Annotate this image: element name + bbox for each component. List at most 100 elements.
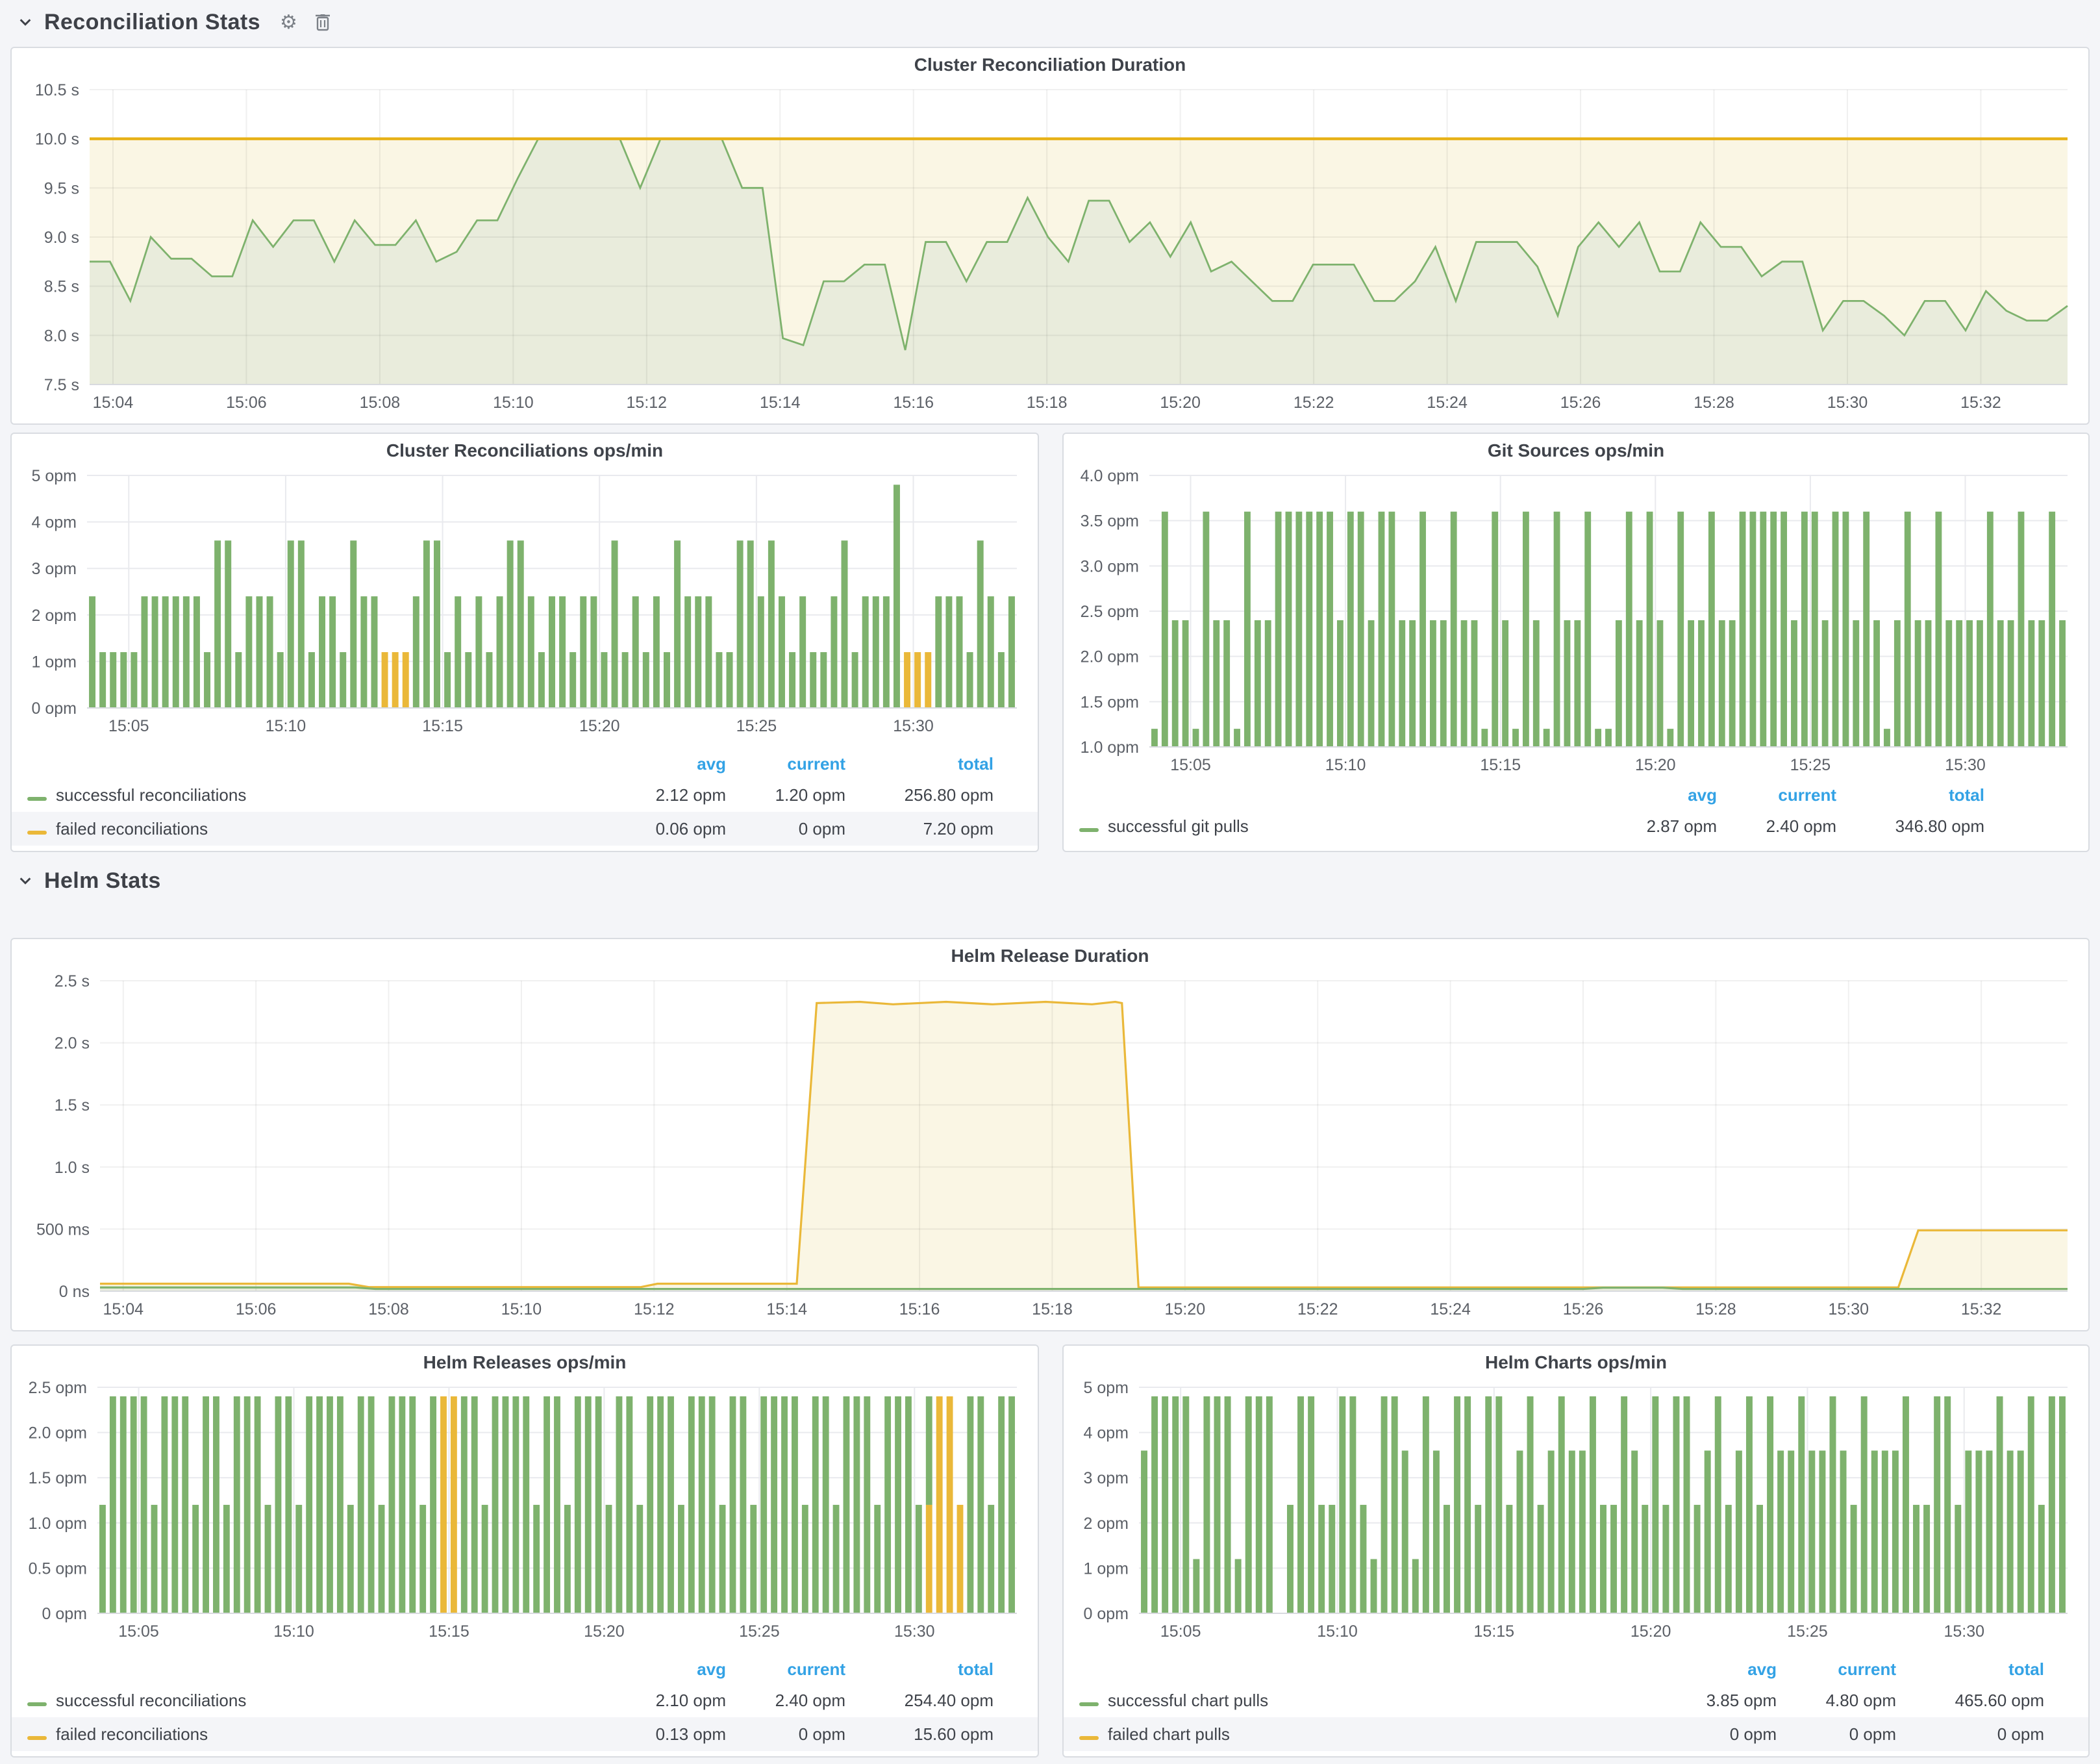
svg-text:15:06: 15:06	[236, 1300, 277, 1318]
legend-header-current[interactable]: current	[1777, 1659, 1896, 1680]
section-header-helm-stats[interactable]: Helm Stats	[18, 864, 161, 898]
legend-series-label[interactable]: successful chart pulls	[1108, 1691, 1662, 1711]
legend-header-avg[interactable]: avg	[1603, 785, 1717, 805]
legend-row-failed-reconciliations[interactable]: failed reconciliations0.06 opm0 opm7.20 …	[12, 812, 1038, 846]
legend-value-current: 1.20 opm	[726, 785, 845, 805]
panel-title[interactable]: Helm Releases ops/min	[12, 1352, 1038, 1373]
panel-title[interactable]: Helm Release Duration	[12, 946, 2088, 966]
legend: avgcurrenttotal successful reconciliation…	[12, 750, 1038, 846]
legend-series-label[interactable]: successful git pulls	[1108, 816, 1603, 837]
svg-text:15:30: 15:30	[1827, 394, 1868, 412]
svg-text:15:32: 15:32	[1960, 394, 2001, 412]
svg-text:2.5 opm: 2.5 opm	[29, 1379, 87, 1397]
svg-text:1.5 s: 1.5 s	[55, 1096, 90, 1115]
legend-value-current: 0 opm	[726, 819, 845, 839]
legend-header-current[interactable]: current	[726, 754, 845, 774]
svg-text:15:24: 15:24	[1430, 1300, 1471, 1318]
helm-release-duration-chart[interactable]: 0 ns500 ms1.0 s1.5 s2.0 s2.5 s15:0415:06…	[14, 970, 2086, 1330]
cluster-reconciliation-duration-chart[interactable]: 7.5 s8.0 s8.5 s9.0 s9.5 s10.0 s10.5 s15:…	[14, 79, 2086, 423]
legend-header-total[interactable]: total	[845, 1659, 994, 1680]
legend-series-label[interactable]: failed reconciliations	[56, 819, 612, 839]
cluster-reconciliations-opm-chart[interactable]: 0 opm1 opm2 opm3 opm4 opm5 opm15:0515:10…	[14, 465, 1035, 747]
svg-text:15:06: 15:06	[226, 394, 267, 412]
svg-text:15:24: 15:24	[1427, 394, 1468, 412]
series-color-dash-icon	[1079, 1736, 1099, 1740]
legend-value-avg: 0 opm	[1662, 1724, 1777, 1745]
svg-text:15:25: 15:25	[1787, 1622, 1828, 1641]
panel-title[interactable]: Cluster Reconciliations ops/min	[12, 440, 1038, 461]
legend-header-row: avgcurrenttotal	[1064, 1655, 2088, 1683]
helm-charts-opm-chart[interactable]: 0 opm1 opm2 opm3 opm4 opm5 opm15:0515:10…	[1066, 1377, 2086, 1652]
svg-text:15:10: 15:10	[1317, 1622, 1358, 1641]
panel-helm-release-duration: Helm Release Duration 0 ns500 ms1.0 s1.5…	[10, 938, 2090, 1331]
svg-text:0 opm: 0 opm	[42, 1605, 87, 1623]
legend-header-current[interactable]: current	[1717, 785, 1836, 805]
chevron-down-icon[interactable]	[18, 874, 32, 888]
svg-text:15:16: 15:16	[899, 1300, 940, 1318]
legend-row-successful-reconciliations[interactable]: successful reconciliations2.10 opm2.40 o…	[12, 1683, 1038, 1717]
svg-text:15:18: 15:18	[1027, 394, 1068, 412]
legend-value-avg: 2.12 opm	[612, 785, 726, 805]
git-sources-opm-chart[interactable]: 1.0 opm1.5 opm2.0 opm2.5 opm3.0 opm3.5 o…	[1066, 465, 2086, 786]
legend-series-label[interactable]: successful reconciliations	[56, 1691, 612, 1711]
legend-header-row: avgcurrenttotal	[1064, 781, 2088, 809]
svg-text:1.0 opm: 1.0 opm	[1081, 738, 1139, 757]
svg-text:3.0 opm: 3.0 opm	[1081, 557, 1139, 575]
legend-value-total: 0 opm	[1896, 1724, 2044, 1745]
legend-row-successful-reconciliations[interactable]: successful reconciliations2.12 opm1.20 o…	[12, 778, 1038, 812]
legend-series-label[interactable]: successful reconciliations	[56, 785, 612, 805]
panel-helm-releases-opm: Helm Releases ops/min 0 opm0.5 opm1.0 op…	[10, 1344, 1039, 1758]
svg-text:10.5 s: 10.5 s	[35, 81, 79, 99]
svg-text:15:30: 15:30	[894, 1622, 935, 1641]
gear-icon[interactable]: ⚙	[280, 11, 297, 34]
svg-text:15:05: 15:05	[118, 1622, 159, 1641]
svg-text:1.0 s: 1.0 s	[55, 1159, 90, 1177]
legend-row-failed-reconciliations[interactable]: failed reconciliations0.13 opm0 opm15.60…	[12, 1717, 1038, 1751]
svg-text:8.5 s: 8.5 s	[44, 278, 79, 296]
svg-text:15:22: 15:22	[1297, 1300, 1338, 1318]
trash-icon[interactable]	[314, 12, 331, 32]
svg-text:15:25: 15:25	[739, 1622, 780, 1641]
legend-row-successful-chart-pulls[interactable]: successful chart pulls3.85 opm4.80 opm46…	[1064, 1683, 2088, 1717]
legend-value-total: 256.80 opm	[845, 785, 994, 805]
section-title[interactable]: Helm Stats	[44, 868, 161, 894]
series-color-dash-icon	[27, 1702, 47, 1706]
svg-text:15:16: 15:16	[893, 394, 934, 412]
svg-text:15:12: 15:12	[627, 394, 668, 412]
legend-row-failed-chart-pulls[interactable]: failed chart pulls0 opm0 opm0 opm	[1064, 1717, 2088, 1751]
svg-text:2 opm: 2 opm	[32, 607, 77, 625]
svg-text:15:10: 15:10	[273, 1622, 314, 1641]
helm-releases-opm-chart[interactable]: 0 opm0.5 opm1.0 opm1.5 opm2.0 opm2.5 opm…	[14, 1377, 1035, 1652]
svg-text:15:28: 15:28	[1694, 394, 1734, 412]
legend-header-total[interactable]: total	[1836, 785, 1984, 805]
legend-series-label[interactable]: failed reconciliations	[56, 1724, 612, 1745]
svg-text:0.5 opm: 0.5 opm	[29, 1559, 87, 1578]
legend-header-current[interactable]: current	[726, 1659, 845, 1680]
svg-text:1 opm: 1 opm	[32, 653, 77, 671]
legend-value-total: 254.40 opm	[845, 1691, 994, 1711]
legend-value-avg: 0.13 opm	[612, 1724, 726, 1745]
svg-text:15:20: 15:20	[1635, 756, 1676, 774]
svg-text:2.5 s: 2.5 s	[55, 972, 90, 990]
legend-header-avg[interactable]: avg	[612, 754, 726, 774]
legend-header-avg[interactable]: avg	[612, 1659, 726, 1680]
section-header-reconciliation-stats[interactable]: Reconciliation Stats ⚙	[18, 5, 331, 39]
panel-title[interactable]: Helm Charts ops/min	[1064, 1352, 2088, 1373]
legend-header-total[interactable]: total	[1896, 1659, 2044, 1680]
svg-text:3 opm: 3 opm	[1084, 1469, 1129, 1487]
legend-value-avg: 2.87 opm	[1603, 816, 1717, 837]
legend-row-successful-git-pulls[interactable]: successful git pulls2.87 opm2.40 opm346.…	[1064, 809, 2088, 843]
legend-header-avg[interactable]: avg	[1662, 1659, 1777, 1680]
legend-header-total[interactable]: total	[845, 754, 994, 774]
legend: avgcurrenttotalsuccessful git pulls2.87 …	[1064, 781, 2088, 843]
chevron-down-icon[interactable]	[18, 15, 32, 29]
series-color-dash-icon	[1079, 828, 1099, 832]
svg-text:15:08: 15:08	[368, 1300, 409, 1318]
panel-title[interactable]: Cluster Reconciliation Duration	[12, 55, 2088, 75]
panel-title[interactable]: Git Sources ops/min	[1064, 440, 2088, 461]
series-color-dash-icon	[1079, 1702, 1099, 1706]
svg-text:9.0 s: 9.0 s	[44, 229, 79, 247]
legend-series-label[interactable]: failed chart pulls	[1108, 1724, 1662, 1745]
svg-text:15:15: 15:15	[1474, 1622, 1515, 1641]
section-title[interactable]: Reconciliation Stats	[44, 10, 260, 35]
